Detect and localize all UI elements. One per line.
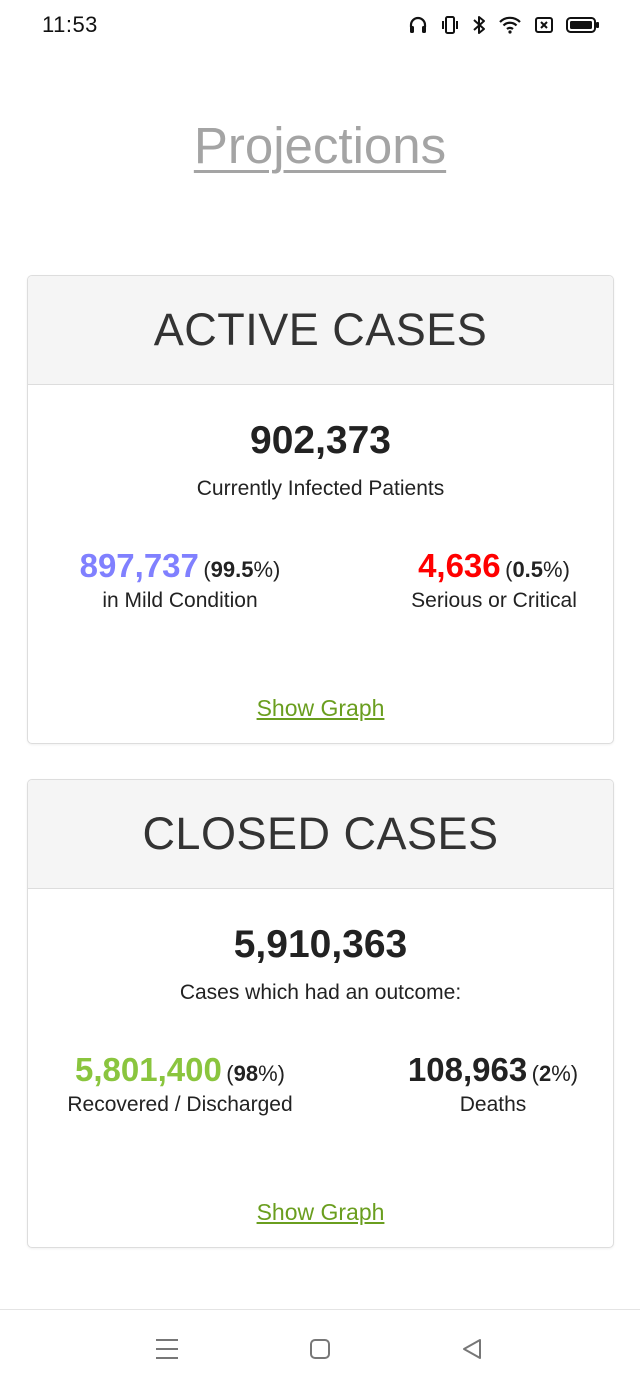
- no-sim-icon: [534, 15, 554, 35]
- active-cases-total: 902,373: [250, 419, 391, 462]
- bluetooth-icon: [472, 15, 486, 35]
- deaths-percent: (2%): [531, 1061, 579, 1086]
- closed-cases-total-label: Cases which had an outcome:: [179, 981, 462, 1004]
- serious-critical-label: Serious or Critical: [411, 589, 577, 612]
- recovered-label: Recovered / Discharged: [67, 1093, 293, 1116]
- page-title[interactable]: Projections: [0, 116, 640, 175]
- mild-condition-value: 897,737: [79, 547, 199, 584]
- deaths-stat: 108,963 (2%) Deaths: [386, 1051, 600, 1117]
- battery-icon: [566, 15, 600, 35]
- status-icons: [408, 13, 600, 37]
- active-cases-header: ACTIVE CASES: [28, 276, 613, 385]
- deaths-label: Deaths: [459, 1093, 527, 1116]
- home-icon[interactable]: [300, 1334, 340, 1364]
- status-time: 11:53: [42, 12, 98, 37]
- active-cases-show-graph-link[interactable]: Show Graph: [28, 695, 613, 722]
- serious-critical-value: 4,636: [418, 547, 501, 584]
- closed-cases-body: 5,910,363 Cases which had an outcome: 5,…: [28, 889, 613, 1247]
- back-icon[interactable]: [452, 1334, 492, 1364]
- active-cases-total-label: Currently Infected Patients: [196, 477, 445, 500]
- closed-cases-show-graph-link[interactable]: Show Graph: [28, 1199, 613, 1226]
- mild-condition-percent: (99.5%): [203, 557, 281, 582]
- active-cases-card: ACTIVE CASES 902,373 Currently Infected …: [27, 275, 614, 744]
- wifi-icon: [498, 15, 522, 35]
- recovered-percent: (98%): [226, 1061, 285, 1086]
- mild-condition-label: in Mild Condition: [102, 589, 258, 612]
- navigation-bar: [0, 1309, 640, 1388]
- active-cases-body: 902,373 Currently Infected Patients 897,…: [28, 385, 613, 743]
- serious-critical-stat: 4,636 (0.5%) Serious or Critical: [388, 547, 600, 613]
- deaths-value: 108,963: [407, 1051, 528, 1088]
- closed-cases-card: CLOSED CASES 5,910,363 Cases which had a…: [27, 779, 614, 1248]
- closed-cases-total: 5,910,363: [233, 923, 408, 966]
- closed-cases-header: CLOSED CASES: [28, 780, 613, 889]
- menu-icon[interactable]: [147, 1334, 187, 1364]
- headphones-icon: [408, 15, 428, 35]
- status-bar: 11:53: [0, 0, 640, 50]
- recovered-value: 5,801,400: [75, 1051, 222, 1088]
- vibrate-icon: [440, 15, 460, 35]
- mild-condition-stat: 897,737 (99.5%) in Mild Condition: [50, 547, 310, 613]
- serious-critical-percent: (0.5%): [505, 557, 570, 582]
- recovered-stat: 5,801,400 (98%) Recovered / Discharged: [50, 1051, 310, 1117]
